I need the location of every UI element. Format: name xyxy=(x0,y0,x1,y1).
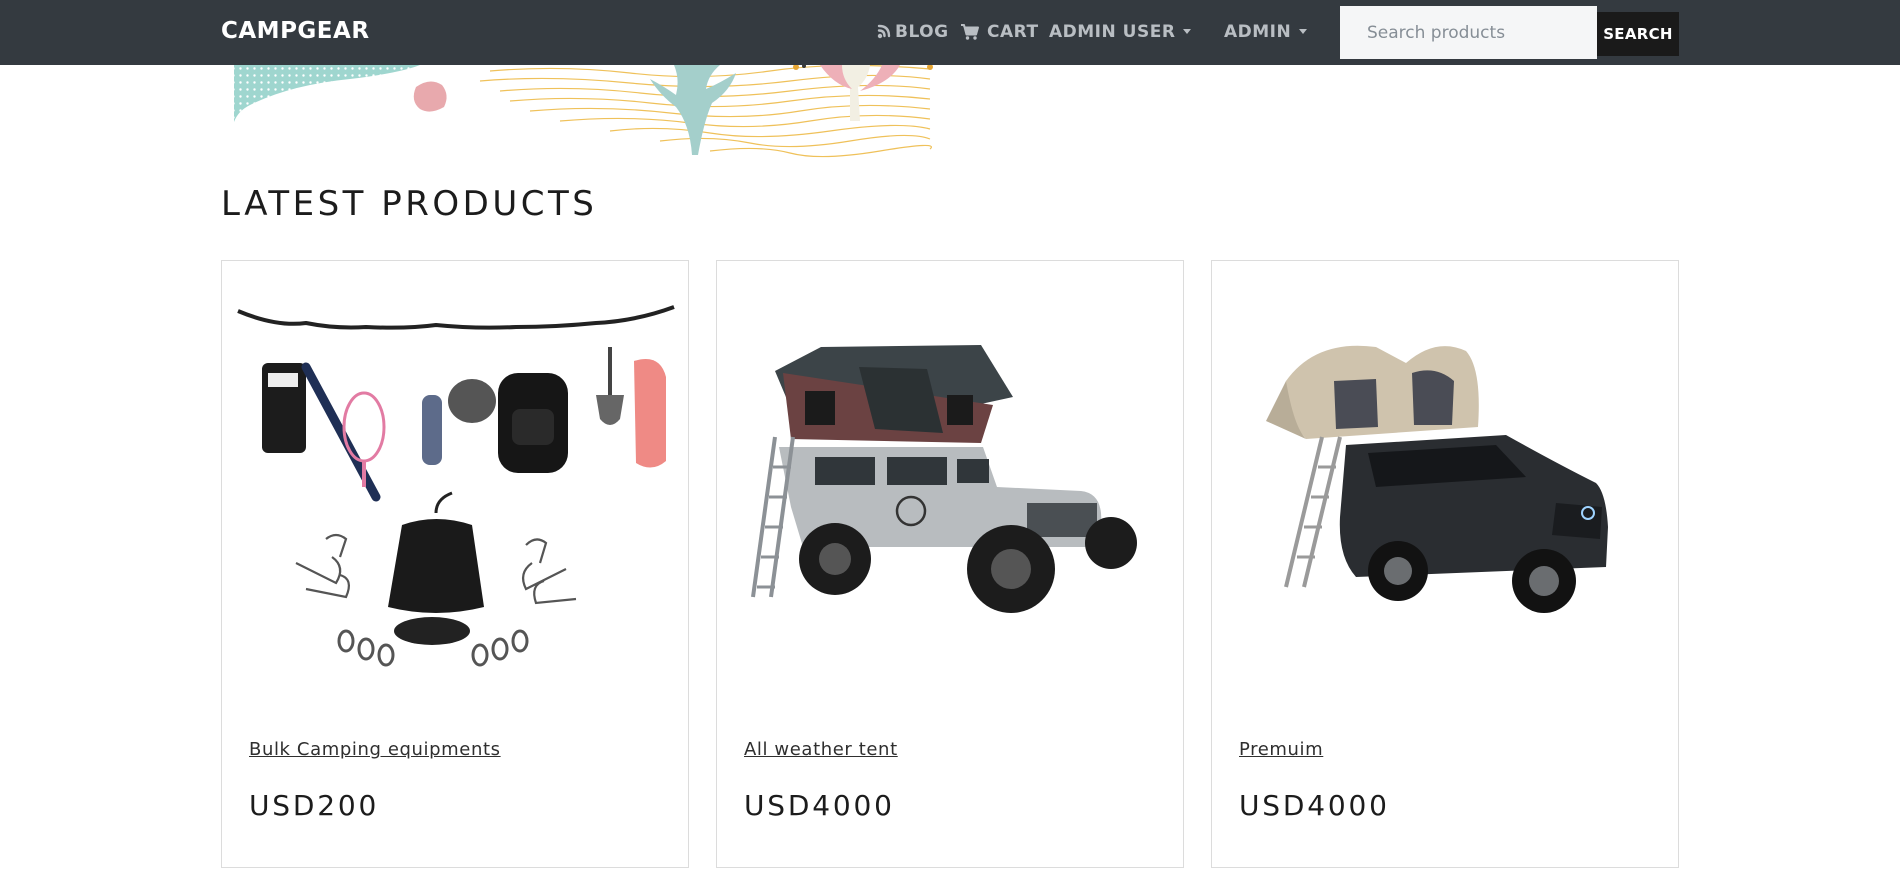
search-button[interactable]: SEARCH xyxy=(1597,12,1679,56)
latest-products-heading: LATEST PRODUCTS xyxy=(221,184,598,224)
hero-banner-art xyxy=(230,64,940,165)
nav-cart-label: CART xyxy=(987,22,1039,42)
nav-cart-link[interactable]: CART xyxy=(960,22,1039,42)
brand-logo[interactable]: CAMPGEAR xyxy=(221,18,370,44)
caret-down-icon xyxy=(1183,28,1192,34)
search-input[interactable] xyxy=(1340,6,1597,59)
suv-tent-product-image[interactable] xyxy=(1226,277,1666,677)
product-card: Bulk Camping equipments USD200 xyxy=(221,260,689,868)
cart-icon xyxy=(960,23,980,41)
nav-blog-label: BLOG xyxy=(895,22,949,42)
product-title-link[interactable]: Bulk Camping equipments xyxy=(249,739,501,760)
blog-icon xyxy=(876,24,892,40)
product-price: USD200 xyxy=(249,789,380,822)
admin-user-dropdown[interactable]: ADMIN USER xyxy=(1049,22,1192,42)
caret-down-icon xyxy=(1299,28,1308,34)
product-card: All weather tent USD4000 xyxy=(716,260,1184,868)
nav-blog-link[interactable]: BLOG xyxy=(876,22,949,42)
product-title-link[interactable]: All weather tent xyxy=(744,739,898,760)
admin-user-label: ADMIN USER xyxy=(1049,22,1176,42)
top-navbar: CAMPGEAR BLOG CART ADMIN USER ADMIN SE xyxy=(0,0,1900,65)
admin-label: ADMIN xyxy=(1224,22,1292,42)
camping-gear-product-image[interactable] xyxy=(236,277,676,677)
jeep-tent-product-image[interactable] xyxy=(731,277,1171,677)
admin-dropdown[interactable]: ADMIN xyxy=(1224,22,1308,42)
product-price: USD4000 xyxy=(1239,789,1390,822)
product-title-link[interactable]: Premuim xyxy=(1239,739,1323,760)
product-price: USD4000 xyxy=(744,789,895,822)
product-card: Premuim USD4000 xyxy=(1211,260,1679,868)
